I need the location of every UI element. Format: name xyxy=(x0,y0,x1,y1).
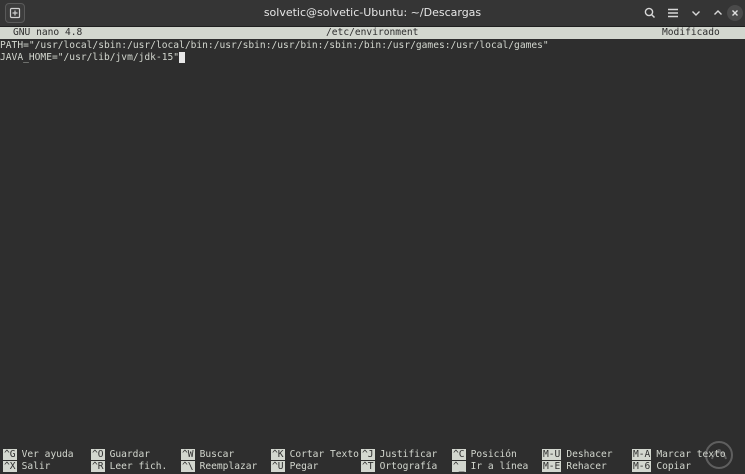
shortcut-justify[interactable]: ^J Justificar xyxy=(361,449,437,461)
shortcut-position[interactable]: ^C Posición xyxy=(452,449,517,461)
nano-version: GNU nano 4.8 xyxy=(13,27,83,38)
shortcut-exit[interactable]: ^X Salir xyxy=(3,461,50,473)
search-button[interactable] xyxy=(642,5,658,21)
nano-status-bar: GNU nano 4.8 /etc/environment Modificado xyxy=(0,27,745,39)
shortcut-go-to-line[interactable]: ^_ Ir a línea xyxy=(452,461,528,473)
chevron-down-icon xyxy=(692,11,700,16)
shortcut-read-file[interactable]: ^R Leer fich. xyxy=(91,461,167,473)
editor-line-2-text: JAVA_HOME="/usr/lib/jvm/jdk-15" xyxy=(0,52,180,63)
shortcut-redo[interactable]: M-E Rehacer xyxy=(542,461,607,473)
menu-button[interactable] xyxy=(665,5,681,21)
shortcut-undo[interactable]: M-U Deshacer xyxy=(542,449,613,461)
title-bar: solvetic@solvetic-Ubuntu: ~/Descargas xyxy=(0,0,745,27)
editor-line-1[interactable]: PATH="/usr/local/sbin:/usr/local/bin:/us… xyxy=(0,40,549,52)
watermark-logo xyxy=(700,440,738,470)
shortcut-paste[interactable]: ^U Pegar xyxy=(271,461,318,473)
modified-indicator: Modificado xyxy=(662,27,720,38)
shortcut-search[interactable]: ^W Buscar xyxy=(181,449,234,461)
close-button[interactable] xyxy=(727,5,743,21)
terminal-window: solvetic@solvetic-Ubuntu: ~/Descargas GN… xyxy=(0,0,745,474)
search-icon xyxy=(644,7,656,19)
shortcut-replace[interactable]: ^\ Reemplazar xyxy=(181,461,257,473)
hamburger-menu-icon xyxy=(668,8,678,18)
minimize-button[interactable] xyxy=(688,5,704,21)
shortcut-copy[interactable]: M-6 Copiar xyxy=(632,461,691,473)
window-title: solvetic@solvetic-Ubuntu: ~/Descargas xyxy=(263,6,482,19)
shortcut-cut[interactable]: ^K Cortar Texto xyxy=(271,449,359,461)
text-cursor xyxy=(179,52,186,63)
file-name: /etc/environment xyxy=(326,27,419,38)
chevron-up-icon xyxy=(714,10,722,15)
close-icon xyxy=(732,10,738,16)
maximize-button[interactable] xyxy=(710,5,726,21)
shortcut-spelling[interactable]: ^T Ortografía xyxy=(361,461,437,473)
editor-line-2[interactable]: JAVA_HOME="/usr/lib/jvm/jdk-15" xyxy=(0,52,186,64)
shortcut-help[interactable]: ^G Ver ayuda xyxy=(3,449,74,461)
terminal-content[interactable]: GNU nano 4.8 /etc/environment Modificado… xyxy=(0,27,745,474)
shortcut-save[interactable]: ^O Guardar xyxy=(91,449,150,461)
